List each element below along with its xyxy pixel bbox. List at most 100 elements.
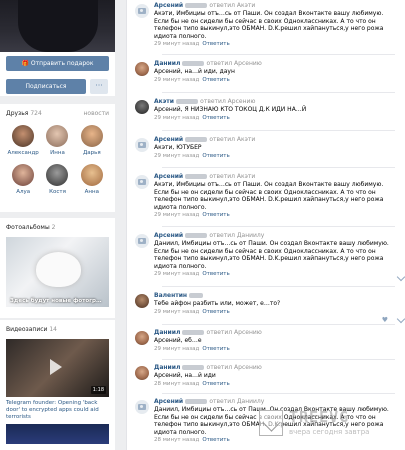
comment-text: Тебе айфон разбить или, может, е…то? (154, 300, 281, 307)
friend-item[interactable]: Анна (75, 164, 109, 195)
comment-item: Валентин Тебе айфон разбить или, может, … (127, 290, 405, 324)
reply-to[interactable]: ответил Арсению (207, 364, 262, 371)
comment-text: Акэти, Имбициы отъ…сь от Паши. Он создал… (154, 10, 384, 40)
reply-button[interactable]: Ответить (202, 437, 229, 443)
heart-icon[interactable]: ♥ (382, 316, 388, 324)
chevron-down-icon[interactable] (396, 314, 405, 324)
camera-icon[interactable] (135, 4, 149, 18)
comment-time[interactable]: 29 минут назад (154, 153, 199, 159)
avatar[interactable] (135, 62, 149, 76)
friend-name: Дарья (82, 150, 101, 156)
comment-author[interactable]: Арсений (154, 232, 183, 239)
redacted-name (185, 174, 208, 179)
reply-button[interactable]: Ответить (202, 153, 229, 159)
photo-albums-title[interactable]: Фотоальбомы (6, 224, 50, 231)
camera-icon[interactable] (135, 234, 149, 248)
camera-icon[interactable] (135, 400, 149, 414)
left-column: 🎁 Отправить подарок Подписаться ··· Друз… (0, 0, 115, 450)
comment-time[interactable]: 29 минут назад (154, 271, 199, 277)
videos-title[interactable]: Видеозаписи (6, 326, 47, 333)
comment-time[interactable]: 29 минут назад (154, 41, 199, 47)
redacted-name (185, 137, 208, 142)
album-caption: Здесь будут новые фотогр… (10, 298, 102, 304)
album-cover[interactable]: Здесь будут новые фотогр… (6, 237, 109, 307)
comment-author[interactable]: Арсений (154, 398, 183, 405)
reply-button[interactable]: Ответить (202, 346, 229, 352)
redacted-name (176, 99, 199, 104)
comment-text: Арсений, еб…е (154, 337, 202, 344)
chevron-down-icon[interactable] (396, 272, 405, 282)
comment-author[interactable]: Даниил (154, 364, 180, 371)
comment-author[interactable]: Акэти (154, 98, 174, 105)
redacted-name (182, 61, 205, 66)
comment-time[interactable]: 28 минут назад (154, 381, 199, 387)
watermark-subtitle: вчера сегодня завтра (289, 428, 370, 436)
reply-button[interactable]: Ответить (202, 212, 229, 218)
avatar[interactable] (135, 294, 149, 308)
comment-author[interactable]: Даниил (154, 60, 180, 67)
gift-icon: 🎁 (21, 60, 31, 67)
avatar (12, 125, 35, 147)
comment-item: Арсений ответил Акэти Акэти, ЮТУБЕР 29 м… (127, 134, 405, 164)
avatar[interactable] (135, 100, 149, 114)
comment-item: Даниил ответил Арсению Арсений, на…й иди… (127, 58, 405, 88)
friends-count: 724 (30, 110, 42, 117)
comment-author[interactable]: Арсений (154, 173, 183, 180)
play-icon (50, 359, 62, 375)
comment-time[interactable]: 28 минут назад (154, 437, 199, 443)
comment-author[interactable]: Арсений (154, 2, 183, 9)
comment-time[interactable]: 29 минут назад (154, 346, 199, 352)
reply-button[interactable]: Ответить (202, 77, 229, 83)
photo-albums-block: Фотоальбомы 2 Здесь будут новые фотогр… (0, 218, 115, 318)
comment-author[interactable]: Валентин (154, 292, 187, 299)
avatar[interactable] (135, 366, 149, 380)
reply-to[interactable]: ответил Акэти (209, 2, 255, 9)
friend-item[interactable]: Инна (40, 125, 74, 156)
comment-time[interactable]: 29 минут назад (154, 115, 199, 121)
reply-to[interactable]: ответил Арсению (207, 60, 262, 67)
subscribe-button[interactable]: Подписаться (6, 79, 86, 94)
watermark-title: TREEVG (289, 408, 350, 426)
friend-item[interactable]: Костя (40, 164, 74, 195)
comment-time[interactable]: 29 минут назад (154, 212, 199, 218)
comment-text: Арсений, на…й иди (154, 372, 216, 379)
reply-to[interactable]: ответил Акэти (209, 136, 255, 143)
avatar (46, 125, 69, 147)
more-button[interactable]: ··· (90, 79, 108, 94)
friend-item[interactable]: Александр (6, 125, 40, 156)
redacted-name (182, 330, 205, 335)
reply-button[interactable]: Ответить (202, 41, 229, 47)
reply-to[interactable]: ответил Даниилу (209, 232, 264, 239)
reply-button[interactable]: Ответить (202, 381, 229, 387)
friend-item[interactable]: Алуа (6, 164, 40, 195)
reply-button[interactable]: Ответить (202, 309, 229, 315)
reply-to[interactable]: ответил Арсению (207, 329, 262, 336)
profile-photo[interactable] (0, 0, 115, 52)
profile-actions: 🎁 Отправить подарок Подписаться ··· (0, 52, 115, 96)
reply-to[interactable]: ответил Акэти (209, 173, 255, 180)
reply-to[interactable]: ответил Даниилу (209, 398, 264, 405)
comment-author[interactable]: Даниил (154, 329, 180, 336)
comment-author[interactable]: Арсений (154, 136, 183, 143)
send-gift-button[interactable]: 🎁 Отправить подарок (6, 56, 109, 71)
watermark: TREEVG вчера сегодня завтра (259, 408, 399, 442)
friend-item[interactable]: Дарья (75, 125, 109, 156)
video-title[interactable]: Telegram founder: Opening 'back door' to… (6, 400, 109, 421)
comment-time[interactable]: 29 минут назад (154, 77, 199, 83)
comment-time[interactable]: 29 минут назад (154, 309, 199, 315)
reply-button[interactable]: Ответить (202, 115, 229, 121)
friends-title[interactable]: Друзья (6, 110, 28, 117)
camera-icon[interactable] (135, 138, 149, 152)
reply-button[interactable]: Ответить (202, 271, 229, 277)
comment-item: Арсений ответил Даниилу Даниил, Имбициы … (127, 230, 405, 282)
avatar (80, 125, 103, 147)
friends-block: Друзья 724 новости Александр Инна Дарья … (0, 104, 115, 212)
comment-item: Акэти ответил Арсению Арсений, Я НИЗНАЮ … (127, 96, 405, 126)
avatar[interactable] (135, 331, 149, 345)
reply-to[interactable]: ответил Арсению (200, 98, 255, 105)
video-thumbnail[interactable] (6, 424, 109, 444)
video-thumbnail[interactable]: 1:18 (6, 339, 109, 397)
camera-icon[interactable] (135, 175, 149, 189)
friends-news-link[interactable]: новости (84, 110, 110, 117)
friend-name: Костя (49, 189, 66, 195)
